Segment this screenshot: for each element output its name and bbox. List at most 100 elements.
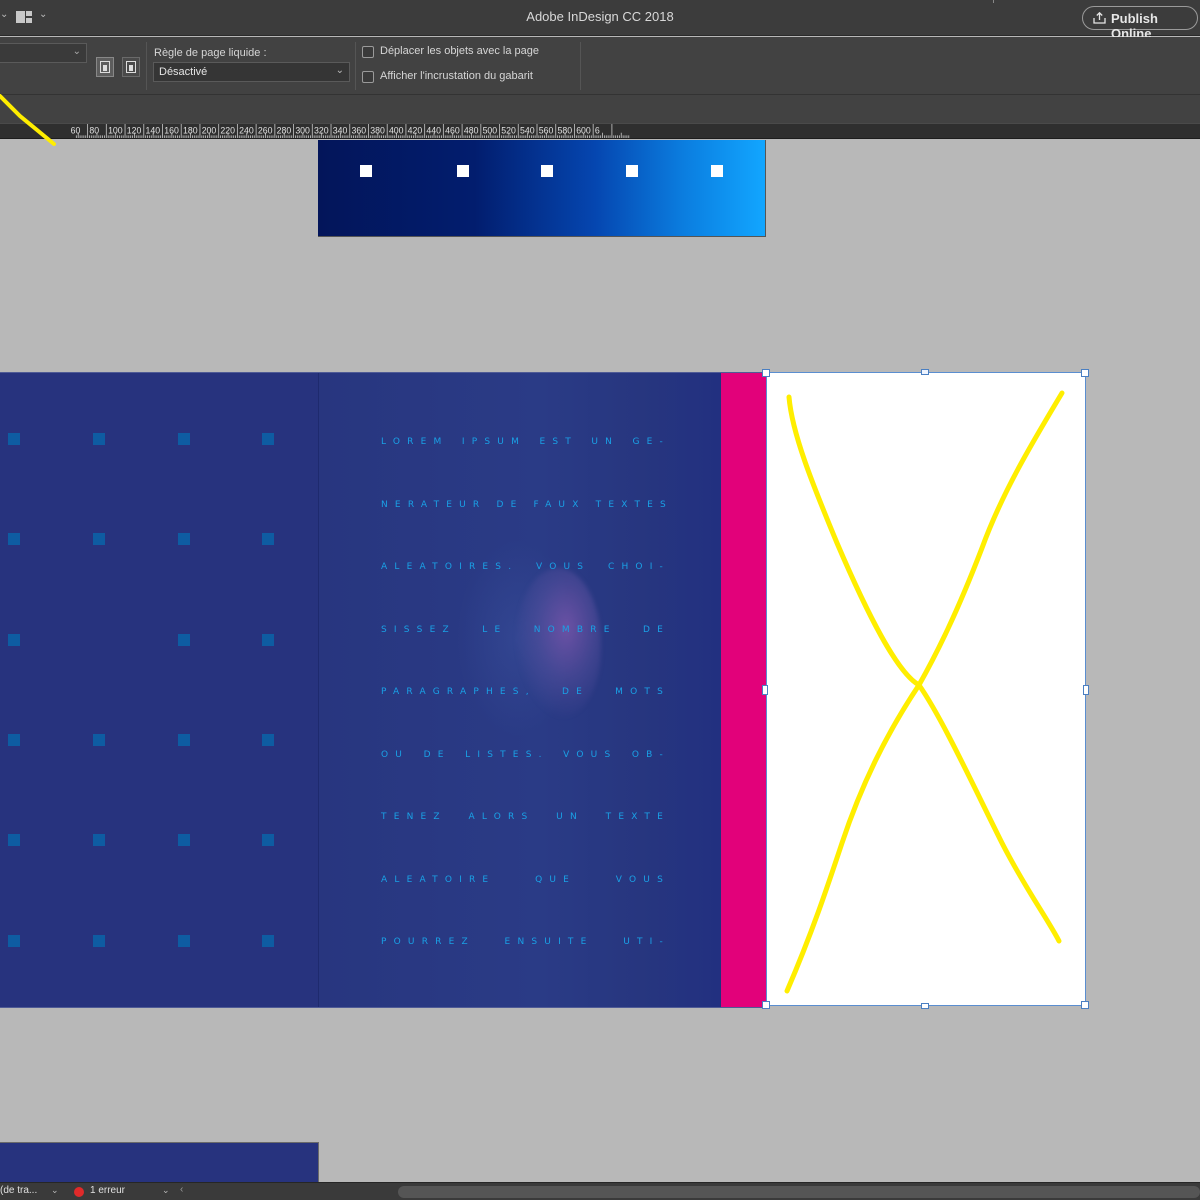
divider [580,42,581,90]
page-top-fragment[interactable] [318,140,766,237]
page-object-icon [126,61,136,73]
blue-square-dot [93,935,105,947]
page-bottom-fragment[interactable] [0,1142,319,1182]
blue-square-dot [178,834,190,846]
white-square [457,165,469,177]
lorem-text-line[interactable]: OU DE LISTES. VOUS OB- [381,750,670,760]
ruler-label: 420 [408,126,423,136]
blue-square-dot [178,734,190,746]
left-page[interactable] [0,373,318,1007]
blue-square-dot [93,433,105,445]
page-icon [100,61,110,73]
master-overlay-label: Afficher l'incrustation du gabarit [380,70,533,82]
error-status-icon [74,1187,84,1197]
ruler-label: 6 [595,126,600,136]
move-objects-label: Déplacer les objets avec la page [380,45,539,57]
liquid-page-rule-label: Règle de page liquide : [154,47,267,59]
blue-square-dot [8,433,20,445]
blue-square-dot [178,533,190,545]
ruler-label: 300 [295,126,310,136]
selection-handle-middle-right[interactable] [1083,685,1089,695]
master-overlay-checkbox[interactable] [362,71,374,83]
blue-square-dot [262,634,274,646]
right-page[interactable]: LOREM IPSUM EST UN GÉ- NÉRATEUR DE FAUX T… [319,373,721,1007]
ruler-label: 240 [239,126,254,136]
selection-handle-top-center[interactable] [921,369,929,375]
page-tool-option-button[interactable] [96,57,114,77]
indesign-window: ⌄ ⌄ Adobe InDesign CC 2018 Publish Onlin… [0,0,1200,1200]
lorem-text-line[interactable]: POURREZ ENSUITE UTI- [381,937,670,947]
lorem-text-line[interactable]: NÉRATEUR DE FAUX TEXTES [381,500,670,510]
lorem-text-line[interactable]: TENEZ ALORS UN TEXTE [381,812,670,822]
blue-square-dot [178,634,190,646]
ruler-label: 220 [220,126,235,136]
ruler-label: 180 [183,126,198,136]
upload-icon [1093,12,1106,24]
horizontal-scrollbar[interactable] [398,1186,1200,1198]
page-object-option-button[interactable] [122,57,140,77]
ruler-label: 380 [370,126,385,136]
blue-square-dot [262,935,274,947]
preflight-profile-label[interactable]: (de tra... [0,1185,37,1196]
selection-handle-top-right[interactable] [1081,369,1089,377]
lorem-text-line[interactable]: SISSEZ LE NOMBRE DE [381,625,670,635]
lorem-text-line[interactable]: ALÉATOIRES. VOUS CHOI- [381,562,670,572]
blue-square-dot [8,935,20,947]
ruler-label: 440 [426,126,441,136]
ruler-label: 120 [127,126,142,136]
ruler-label: 280 [277,126,292,136]
window-title: Adobe InDesign CC 2018 [526,9,674,24]
lorem-text-line[interactable]: LOREM IPSUM EST UN GÉ- [381,437,670,447]
ruler-label: 360 [352,126,367,136]
ruler-label: 580 [557,126,572,136]
blue-square-dot [178,433,190,445]
selection-handle-middle-left[interactable] [762,685,768,695]
blue-square-dot [8,734,20,746]
blue-square-dot [262,834,274,846]
ruler-label: 80 [89,126,99,136]
ruler-label: 320 [314,126,329,136]
error-count-label[interactable]: 1 erreur [90,1185,125,1196]
ruler-label: 200 [202,126,217,136]
ruler-label: 560 [539,126,554,136]
selection-handle-bottom-right[interactable] [1081,1001,1089,1009]
scroll-left-icon[interactable]: ‹ [180,1184,183,1195]
ruler-label: 500 [483,126,498,136]
chevron-down-icon[interactable]: ⌄ [162,1185,170,1196]
chevron-down-icon[interactable]: ⌄ [51,1185,59,1196]
ruler-label: 480 [464,126,479,136]
blue-square-dot [93,533,105,545]
ruler-label: 340 [333,126,348,136]
liquid-page-rule-select[interactable]: Désactivé ⌄ [153,62,350,82]
document-spread[interactable]: LOREM IPSUM EST UN GÉ- NÉRATEUR DE FAUX T… [0,372,766,1008]
horizontal-ruler[interactable]: 60 80 100 120 140 160 180 200 220 240 260 280 300 320… [0,123,1200,139]
blue-square-dot [93,834,105,846]
lorem-text-line[interactable]: ALÉATOIRE QUE VOUS [381,875,670,885]
reference-dropdown[interactable]: ⌄ [0,43,87,63]
lorem-text-line[interactable]: PARAGRAPHES, DE MOTS [381,687,670,697]
white-square [626,165,638,177]
ruler-label: 160 [164,126,179,136]
pink-bleed-bar[interactable] [721,373,766,1007]
move-objects-checkbox[interactable] [362,46,374,58]
selection-handle-top-left[interactable] [762,369,770,377]
selection-handle-bottom-center[interactable] [921,1003,929,1009]
ruler-label: 600 [576,126,591,136]
blue-square-dot [262,433,274,445]
ruler-label: 540 [520,126,535,136]
ruler-label: 260 [258,126,273,136]
chevron-down-icon: ⌄ [72,46,81,57]
divider [355,42,356,90]
divider [993,0,994,3]
selected-empty-frame[interactable] [766,372,1086,1006]
white-square [541,165,553,177]
blue-square-dot [262,533,274,545]
publish-online-button[interactable]: Publish Online [1082,6,1198,41]
blue-square-dot [8,533,20,545]
ruler-label: 460 [445,126,460,136]
selection-handle-bottom-left[interactable] [762,1001,770,1009]
white-square [711,165,723,177]
divider [146,42,147,90]
ruler-label: 100 [108,126,123,136]
blue-square-dot [262,734,274,746]
